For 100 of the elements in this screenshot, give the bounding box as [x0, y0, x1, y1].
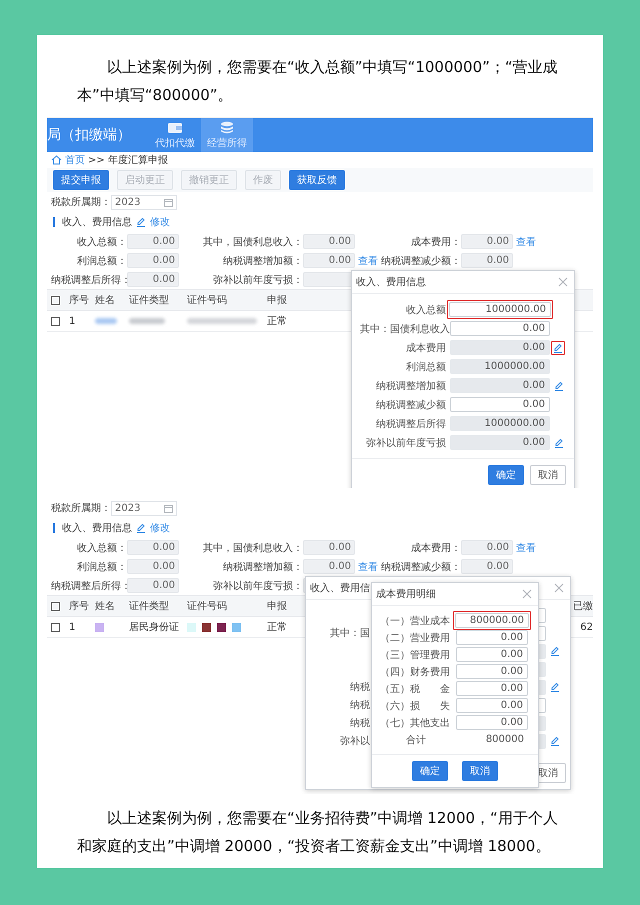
date-field[interactable]: 2023 — [111, 500, 177, 516]
field-label: 纳税调整后所得 — [375, 418, 446, 430]
checkbox[interactable] — [51, 296, 60, 304]
pencil-icon[interactable] — [550, 682, 560, 692]
section-marker — [53, 523, 55, 533]
amount-field[interactable]: 0.00 — [450, 435, 550, 450]
app-title: 局（扣缴端） — [47, 126, 131, 145]
view-link[interactable]: 查看 — [355, 560, 377, 574]
amount-field[interactable]: 0.00 — [461, 253, 513, 268]
field-label: 纳税调整减少额： — [380, 560, 461, 574]
close-icon[interactable] — [554, 583, 564, 593]
amount-field[interactable]: 1000000.00 — [450, 359, 550, 374]
field-label: 成本费用 — [405, 342, 446, 354]
home-icon[interactable] — [51, 155, 62, 165]
pencil-icon[interactable] — [554, 380, 564, 390]
checkbox[interactable] — [51, 602, 60, 610]
amount-field[interactable]: 0.00 — [127, 253, 179, 268]
amount-field[interactable]: 0.00 — [450, 321, 550, 336]
edit-link[interactable]: 修改 — [150, 215, 170, 229]
view-link[interactable]: 查看 — [355, 254, 377, 268]
toolbar-button[interactable]: 提交申报 — [53, 170, 109, 190]
amount-field[interactable]: 0.00 — [456, 715, 528, 730]
breadcrumb-separator: >> — [88, 154, 105, 166]
column-header: 证件类型 — [129, 294, 169, 307]
paragraph: 以上述案例为例，您需要在“收入总额”中填写“1000000”；“营业成本”中填写“800000”。 — [77, 57, 559, 106]
field-label: 弥补以 — [339, 734, 370, 748]
field-label: 收入总额 — [405, 304, 446, 316]
checkbox[interactable] — [51, 622, 60, 632]
amount-field[interactable]: 0.00 — [127, 272, 179, 287]
amount-field[interactable]: 0.00 — [303, 559, 355, 574]
view-link[interactable]: 查看 — [513, 540, 535, 554]
field-label: 纳税调整减少额 — [375, 398, 446, 412]
column-header: 姓名 — [95, 294, 115, 307]
section-marker — [53, 217, 55, 227]
pencil-icon[interactable] — [550, 646, 560, 656]
toolbar-button[interactable]: 获取反馈 — [289, 170, 345, 190]
nav-tab[interactable]: 代扣代缴 — [149, 118, 201, 152]
amount-field[interactable]: 0.00 — [461, 559, 513, 574]
table-cell: 1 — [69, 622, 76, 632]
amount-field[interactable]: 0.00 — [450, 397, 550, 412]
amount-field[interactable]: 0.00 — [450, 378, 550, 393]
field-label: 纳税调整后所得： — [51, 580, 127, 592]
column-header: 已缴 — [573, 600, 593, 613]
dialog-button[interactable]: 取消 — [530, 465, 566, 485]
field-label: 纳税调整后所得： — [51, 274, 127, 286]
breadcrumb-current: 年度汇算申报 — [108, 154, 168, 167]
amount-field[interactable]: 0.00 — [456, 647, 528, 662]
amount-field[interactable]: 0.00 — [127, 234, 179, 249]
column-header: 证件号码 — [187, 294, 227, 307]
date-field[interactable]: 2023 — [111, 194, 177, 210]
field-label: 弥补以前年度亏损： — [212, 274, 303, 286]
field-label: （一）营业成本 — [380, 614, 451, 628]
pencil-icon[interactable] — [550, 736, 560, 746]
close-icon[interactable] — [522, 589, 532, 599]
field-label: 纳税 — [349, 698, 370, 712]
amount-field[interactable]: 0.00 — [461, 540, 513, 555]
field-label: 利润总额 — [405, 360, 446, 374]
amount-field[interactable]: 0.00 — [303, 540, 355, 555]
field-label: 税款所属期： — [51, 502, 111, 515]
pencil-icon[interactable] — [554, 438, 564, 448]
amount-field[interactable]: 1000000.00 — [449, 302, 551, 317]
field-label: （四）财务费用 — [380, 666, 451, 678]
amount-field[interactable]: 0.00 — [456, 698, 528, 713]
section-title: 收入、费用信息 — [62, 522, 132, 535]
total-label: 合计 — [405, 734, 427, 746]
view-link[interactable]: 查看 — [513, 234, 535, 248]
amount-field[interactable]: 0.00 — [461, 234, 513, 249]
column-header: 序号 — [69, 600, 89, 613]
table-cell-text: 正常 — [267, 314, 287, 328]
amount-field[interactable]: 1000000.00 — [450, 416, 550, 431]
checkbox[interactable] — [51, 316, 60, 326]
dialog-button[interactable]: 确定 — [412, 761, 448, 781]
amount-field[interactable]: 0.00 — [127, 540, 179, 555]
blurred-text — [95, 318, 117, 324]
pencil-icon[interactable] — [136, 217, 146, 227]
amount-field[interactable]: 0.00 — [303, 234, 355, 249]
field-label: 纳税 — [349, 680, 370, 694]
field-label: （二）营业费用 — [380, 632, 451, 644]
amount-field[interactable]: 0.00 — [303, 253, 355, 268]
edit-link[interactable]: 修改 — [150, 521, 170, 535]
field-label: 税款所属期： — [51, 196, 111, 209]
home-link[interactable]: 首页 — [65, 153, 85, 167]
close-icon[interactable] — [558, 277, 568, 287]
amount-field[interactable]: 0.00 — [127, 559, 179, 574]
dialog-button[interactable]: 取消 — [462, 761, 498, 781]
amount-field[interactable]: 800000.00 — [455, 613, 529, 628]
amount-field[interactable]: 0.00 — [450, 340, 550, 355]
pencil-icon[interactable] — [136, 523, 146, 533]
field-label: 弥补以前年度亏损： — [212, 580, 303, 592]
dialog-title: 成本费用明细 — [376, 588, 436, 601]
amount-field[interactable]: 0.00 — [456, 681, 528, 696]
dialog-button[interactable]: 确定 — [488, 465, 524, 485]
calendar-icon — [164, 504, 173, 512]
section-title: 收入、费用信息 — [62, 216, 132, 229]
amount-field[interactable]: 0.00 — [456, 630, 528, 645]
amount-field[interactable]: 0.00 — [456, 664, 528, 679]
field-label: 利润总额： — [76, 560, 127, 574]
field-label: 收入总额： — [76, 542, 127, 554]
field-label: （三）管理费用 — [380, 648, 451, 662]
amount-field[interactable]: 0.00 — [127, 578, 179, 593]
